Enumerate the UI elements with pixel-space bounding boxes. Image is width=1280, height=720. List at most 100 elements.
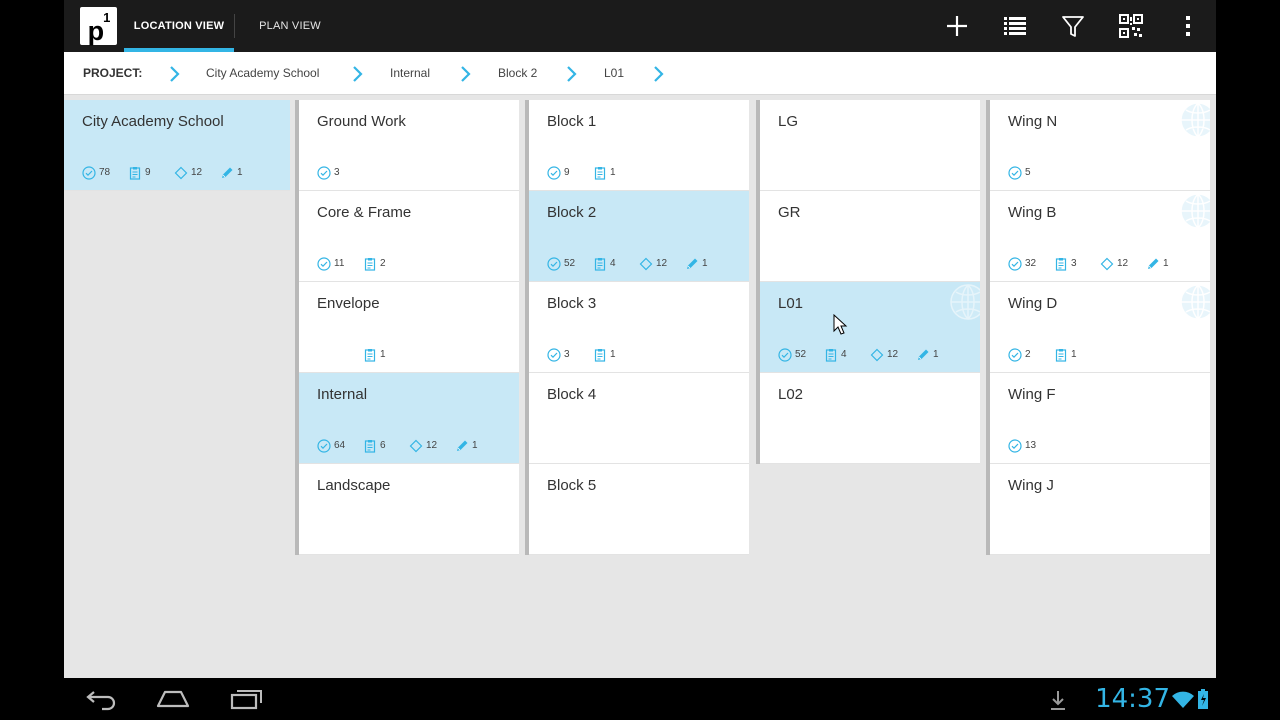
list-icon[interactable] [999, 10, 1031, 42]
stat-count: 1 [933, 349, 939, 360]
stat-count: 9 [145, 167, 151, 178]
check-circle-icon [1008, 257, 1022, 271]
location-card[interactable]: Ground Work 3 [299, 100, 519, 191]
stat-count: 32 [1025, 258, 1037, 269]
stat-count: 52 [564, 258, 576, 269]
check-circle-icon [547, 257, 561, 271]
location-name: Block 5 [547, 477, 597, 494]
recent-apps-icon[interactable] [228, 686, 264, 712]
filter-icon[interactable] [1057, 10, 1089, 42]
location-card[interactable]: Wing F 13 [990, 373, 1210, 464]
location-column: Wing N 5 Wing B 32 3 12 1 Wing D 2 1 Wing F 13 Wing … [986, 100, 1210, 555]
download-icon [1051, 691, 1065, 710]
location-name: L02 [778, 386, 804, 403]
stat-count: 1 [1071, 349, 1077, 360]
clipboard-icon [1054, 348, 1068, 362]
diamond-icon [1100, 257, 1114, 271]
location-card[interactable]: Block 1 9 1 [529, 100, 749, 191]
check-circle-icon [547, 348, 561, 362]
location-card[interactable]: L01 52 4 12 1 [760, 282, 980, 373]
diamond-icon [409, 439, 423, 453]
location-name: Block 2 [547, 204, 597, 221]
location-card[interactable]: LG [760, 100, 980, 191]
tab-plan-view[interactable]: PLAN VIEW [244, 0, 336, 52]
clipboard-icon [593, 257, 607, 271]
check-circle-icon [82, 166, 96, 180]
location-card[interactable]: Block 4 [529, 373, 749, 464]
app-screen: p1 LOCATION VIEW PLAN VIEW PROJECT: City… [64, 0, 1216, 678]
add-icon[interactable] [941, 10, 973, 42]
location-name: Landscape [317, 477, 391, 494]
location-card[interactable]: Wing B 32 3 12 1 [990, 191, 1210, 282]
clipboard-icon [363, 257, 377, 271]
stat-count: 12 [656, 258, 668, 269]
location-card[interactable]: Block 2 52 4 12 1 [529, 191, 749, 282]
location-card[interactable]: Landscape [299, 464, 519, 555]
location-name: Wing F [1008, 386, 1056, 403]
location-card[interactable]: Block 3 3 1 [529, 282, 749, 373]
location-name: LG [778, 113, 799, 130]
check-circle-icon [778, 348, 792, 362]
location-card[interactable]: City Academy School 78 9 12 1 [64, 100, 290, 191]
location-name: Ground Work [317, 113, 406, 130]
logo-superscript: 1 [103, 10, 110, 25]
breadcrumb-item-internal[interactable]: Internal [390, 52, 430, 95]
location-card[interactable]: Internal 64 6 12 1 [299, 373, 519, 464]
system-navigation-bar: 14:37 [64, 678, 1216, 720]
stat-count: 12 [887, 349, 899, 360]
location-name: Wing J [1008, 477, 1054, 494]
check-circle-icon [317, 439, 331, 453]
tab-location-view[interactable]: LOCATION VIEW [124, 0, 234, 52]
location-card[interactable]: L02 [760, 373, 980, 464]
stat-count: 1 [610, 167, 616, 178]
back-icon[interactable] [84, 686, 118, 712]
chevron-right-icon [170, 66, 180, 82]
location-card[interactable]: Block 5 [529, 464, 749, 555]
check-circle-icon [317, 166, 331, 180]
diamond-icon [870, 348, 884, 362]
location-name: Envelope [317, 295, 380, 312]
location-card[interactable]: Wing N 5 [990, 100, 1210, 191]
stat-count: 12 [1117, 258, 1129, 269]
breadcrumb-item-project[interactable]: City Academy School [206, 52, 319, 95]
stat-count: 3 [564, 349, 570, 360]
stat-count: 4 [610, 258, 616, 269]
location-name: Wing D [1008, 295, 1058, 312]
stat-count: 12 [426, 440, 438, 451]
stat-count: 52 [795, 349, 807, 360]
location-card[interactable]: Wing J [990, 464, 1210, 555]
location-card[interactable]: Wing D 2 1 [990, 282, 1210, 373]
location-card[interactable]: GR [760, 191, 980, 282]
stat-count: 1 [1163, 258, 1169, 269]
home-icon[interactable] [155, 686, 191, 712]
tab-divider [234, 14, 235, 38]
breadcrumb-item-block[interactable]: Block 2 [498, 52, 537, 95]
location-card[interactable]: Core & Frame 11 2 [299, 191, 519, 282]
location-card[interactable]: Envelope 1 [299, 282, 519, 373]
stat-count: 1 [472, 440, 478, 451]
location-name: Internal [317, 386, 368, 403]
pencil-icon [220, 166, 234, 180]
breadcrumb-label: PROJECT: [83, 66, 143, 80]
stat-count: 1 [237, 167, 243, 178]
location-name: Block 3 [547, 295, 597, 312]
check-circle-icon [547, 166, 561, 180]
breadcrumb-item-level[interactable]: L01 [604, 52, 624, 95]
chevron-right-icon [567, 66, 577, 82]
app-logo[interactable]: p1 [80, 7, 117, 46]
stat-count: 12 [191, 167, 203, 178]
qr-code-icon[interactable] [1115, 10, 1147, 42]
chevron-right-icon [461, 66, 471, 82]
action-bar: p1 LOCATION VIEW PLAN VIEW [64, 0, 1216, 52]
stat-count: 2 [1025, 349, 1031, 360]
diamond-icon [174, 166, 188, 180]
chevron-right-icon [353, 66, 363, 82]
stat-count: 11 [334, 258, 345, 269]
globe-icon [1178, 282, 1210, 322]
clipboard-icon [1054, 257, 1068, 271]
stat-count: 6 [380, 440, 386, 451]
diamond-icon [639, 257, 653, 271]
location-column: Block 1 9 1 Block 2 52 4 12 1 Block 3 3 1 Block 4 Bl… [525, 100, 749, 555]
overflow-menu-icon[interactable] [1172, 10, 1204, 42]
stat-count: 13 [1025, 440, 1037, 451]
